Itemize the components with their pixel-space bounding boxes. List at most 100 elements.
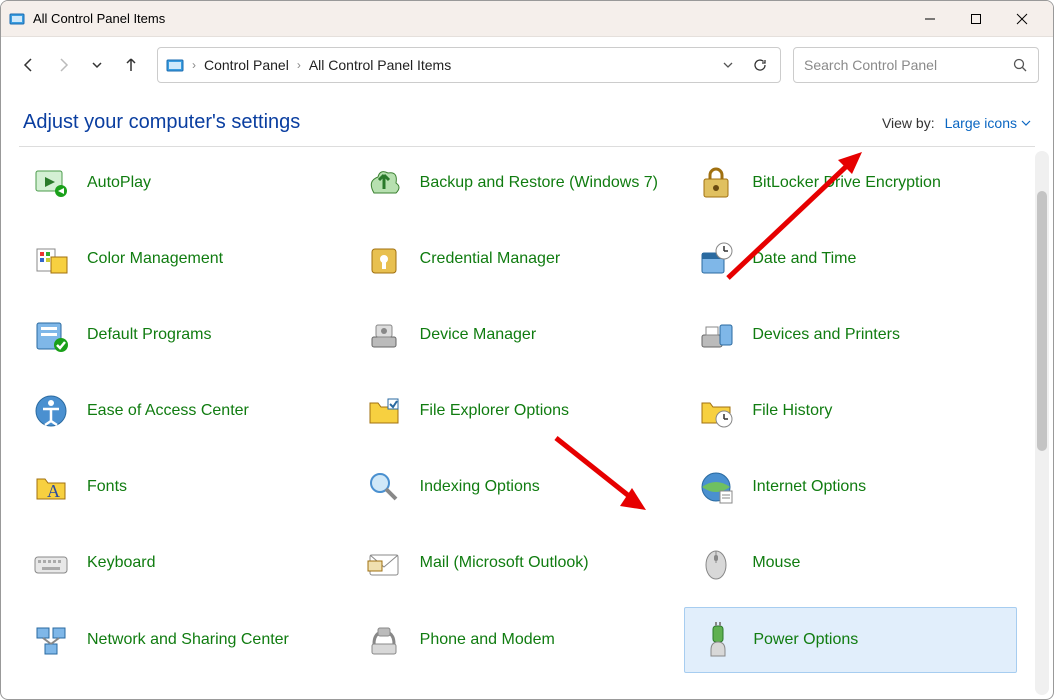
control-panel-item[interactable]: File Explorer Options	[352, 379, 685, 443]
search-icon[interactable]	[1012, 57, 1028, 73]
control-panel-item[interactable]: Recovery	[352, 685, 685, 699]
power-icon	[695, 618, 739, 662]
chevron-down-icon	[1021, 119, 1031, 127]
item-label: Device Manager	[420, 326, 537, 344]
control-panel-item[interactable]: Indexing Options	[352, 455, 685, 519]
item-label: Fonts	[87, 478, 127, 496]
up-button[interactable]	[117, 51, 145, 79]
control-panel-item[interactable]: Ease of Access Center	[19, 379, 352, 443]
devices-printers-icon	[694, 313, 738, 357]
control-panel-item[interactable]: A Fonts	[19, 455, 352, 519]
forward-button[interactable]	[49, 51, 77, 79]
mouse-icon	[694, 541, 738, 585]
viewby-dropdown[interactable]: Large icons	[945, 115, 1031, 131]
region-icon	[694, 695, 738, 699]
control-panel-item[interactable]: Devices and Printers	[684, 303, 1017, 367]
refresh-button[interactable]	[748, 53, 772, 77]
close-button[interactable]	[999, 3, 1045, 35]
keyboard-icon	[29, 541, 73, 585]
file-history-icon	[694, 389, 738, 433]
default-programs-icon	[29, 313, 73, 357]
control-panel-item[interactable]: Backup and Restore (Windows 7)	[352, 151, 685, 215]
control-panel-item[interactable]: AutoPlay	[19, 151, 352, 215]
control-panel-item[interactable]: Power Options	[684, 607, 1017, 673]
file-explorer-icon	[362, 389, 406, 433]
item-label: Power Options	[753, 631, 858, 649]
indexing-icon	[362, 465, 406, 509]
fonts-icon: A	[29, 465, 73, 509]
internet-icon	[694, 465, 738, 509]
item-label: Internet Options	[752, 478, 866, 496]
control-panel-item[interactable]: Keyboard	[19, 531, 352, 595]
item-label: Credential Manager	[420, 250, 561, 268]
control-panel-item[interactable]: Internet Options	[684, 455, 1017, 519]
control-panel-item[interactable]: Color Management	[19, 227, 352, 291]
item-label: AutoPlay	[87, 174, 151, 192]
control-panel-item[interactable]: Credential Manager	[352, 227, 685, 291]
credential-icon	[362, 237, 406, 281]
window-title: All Control Panel Items	[33, 11, 907, 26]
breadcrumb-current[interactable]: All Control Panel Items	[309, 57, 451, 73]
item-label: Keyboard	[87, 554, 156, 572]
item-label: Ease of Access Center	[87, 402, 249, 420]
item-label: Color Management	[87, 250, 223, 268]
ease-access-icon	[29, 389, 73, 433]
viewby-value: Large icons	[945, 115, 1017, 131]
item-label: BitLocker Drive Encryption	[752, 174, 941, 192]
app-icon	[9, 11, 25, 27]
network-icon	[29, 618, 73, 662]
chevron-right-icon: ›	[192, 58, 196, 72]
autoplay-icon	[29, 161, 73, 205]
back-button[interactable]	[15, 51, 43, 79]
item-label: File History	[752, 402, 832, 420]
search-box[interactable]	[793, 47, 1039, 83]
items-grid: AutoPlay Backup and Restore (Windows 7) Bi…	[1, 147, 1035, 699]
item-label: Indexing Options	[420, 478, 540, 496]
control-panel-item[interactable]: Programs and Features	[19, 685, 352, 699]
mail-icon	[362, 541, 406, 585]
breadcrumb-root[interactable]: Control Panel	[204, 57, 289, 73]
address-bar[interactable]: › Control Panel › All Control Panel Item…	[157, 47, 781, 83]
bitlocker-icon	[694, 161, 738, 205]
control-panel-item[interactable]: Region	[684, 685, 1017, 699]
item-label: Devices and Printers	[752, 326, 900, 344]
programs-icon	[29, 695, 73, 699]
control-panel-item[interactable]: Network and Sharing Center	[19, 607, 352, 673]
address-dropdown-button[interactable]	[716, 53, 740, 77]
search-input[interactable]	[804, 57, 1012, 73]
control-panel-item[interactable]: File History	[684, 379, 1017, 443]
device-manager-icon	[362, 313, 406, 357]
titlebar: All Control Panel Items	[1, 1, 1053, 37]
item-label: Mouse	[752, 554, 800, 572]
item-label: Date and Time	[752, 250, 856, 268]
control-panel-item[interactable]: Mail (Microsoft Outlook)	[352, 531, 685, 595]
control-panel-item[interactable]: Default Programs	[19, 303, 352, 367]
item-label: Backup and Restore (Windows 7)	[420, 174, 658, 192]
item-label: Network and Sharing Center	[87, 631, 289, 649]
item-label: Mail (Microsoft Outlook)	[420, 554, 589, 572]
color-icon	[29, 237, 73, 281]
toolbar: › Control Panel › All Control Panel Item…	[1, 37, 1053, 93]
recent-locations-button[interactable]	[83, 51, 111, 79]
maximize-button[interactable]	[953, 3, 999, 35]
datetime-icon	[694, 237, 738, 281]
control-panel-item[interactable]: Date and Time	[684, 227, 1017, 291]
control-panel-item[interactable]: Phone and Modem	[352, 607, 685, 673]
item-label: File Explorer Options	[420, 402, 569, 420]
page-heading: Adjust your computer's settings	[23, 111, 300, 134]
viewby-label: View by:	[882, 115, 935, 131]
recovery-icon	[362, 695, 406, 699]
chevron-right-icon: ›	[297, 58, 301, 72]
control-panel-item[interactable]: BitLocker Drive Encryption	[684, 151, 1017, 215]
scrollbar-thumb[interactable]	[1037, 191, 1047, 451]
item-label: Default Programs	[87, 326, 212, 344]
minimize-button[interactable]	[907, 3, 953, 35]
svg-text:A: A	[47, 481, 60, 501]
item-label: Phone and Modem	[420, 631, 555, 649]
control-panel-item[interactable]: Device Manager	[352, 303, 685, 367]
address-icon	[166, 58, 184, 72]
backup-icon	[362, 161, 406, 205]
phone-icon	[362, 618, 406, 662]
scrollbar[interactable]	[1035, 151, 1049, 695]
control-panel-item[interactable]: Mouse	[684, 531, 1017, 595]
